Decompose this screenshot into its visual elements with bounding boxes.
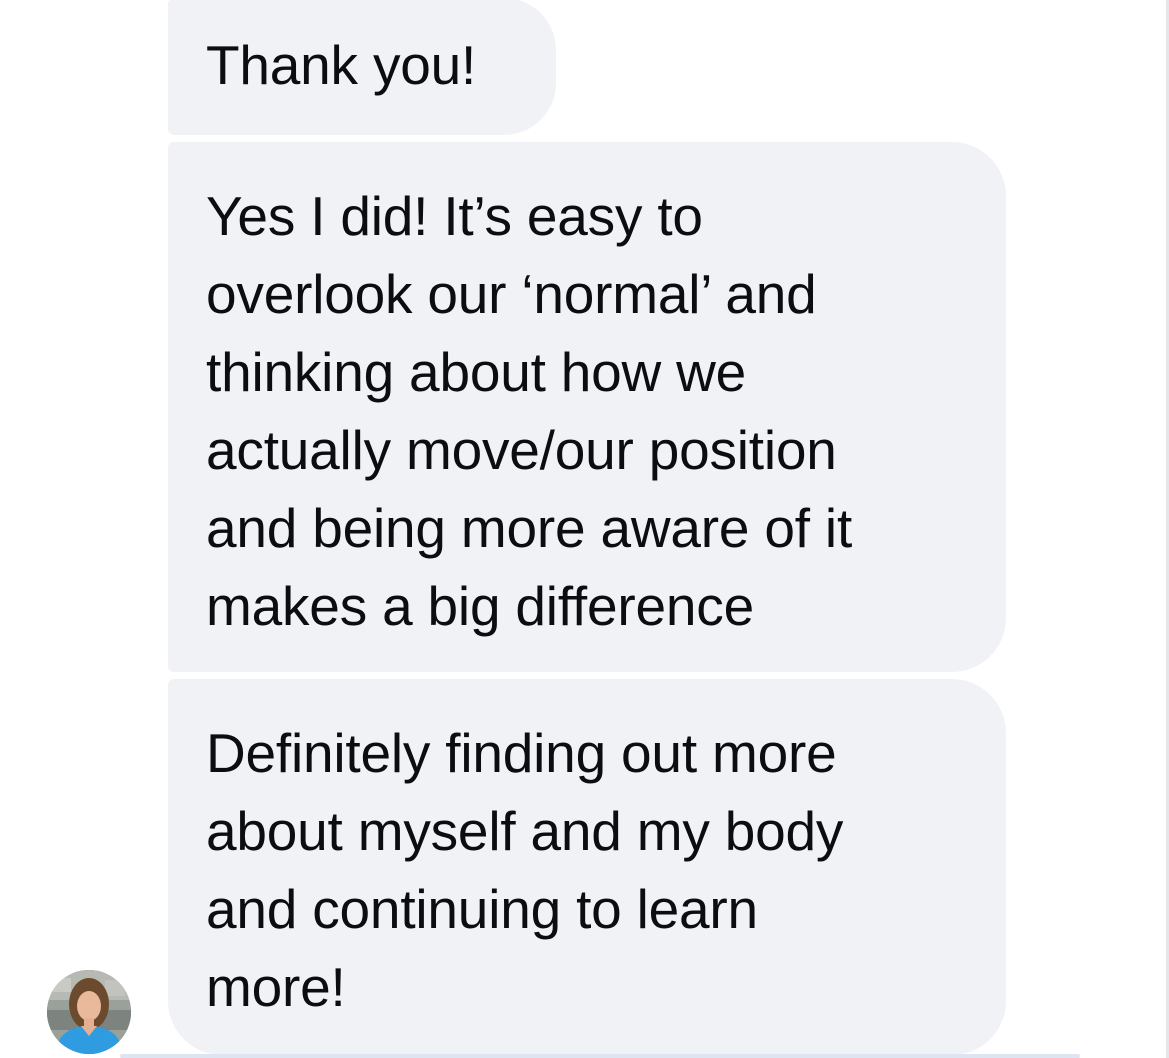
message-bubble[interactable]: Thank you! bbox=[168, 0, 556, 135]
composer-top-border bbox=[120, 1054, 1080, 1058]
message-bubble[interactable]: Definitely finding out more about myself… bbox=[168, 679, 1006, 1055]
sender-avatar[interactable] bbox=[47, 970, 131, 1054]
message-bubble[interactable]: Yes I did! It’s easy to overlook our ‘no… bbox=[168, 142, 1006, 672]
avatar-photo-icon bbox=[47, 970, 131, 1054]
message-thread: Thank you! Yes I did! It’s easy to overl… bbox=[0, 0, 1169, 1058]
